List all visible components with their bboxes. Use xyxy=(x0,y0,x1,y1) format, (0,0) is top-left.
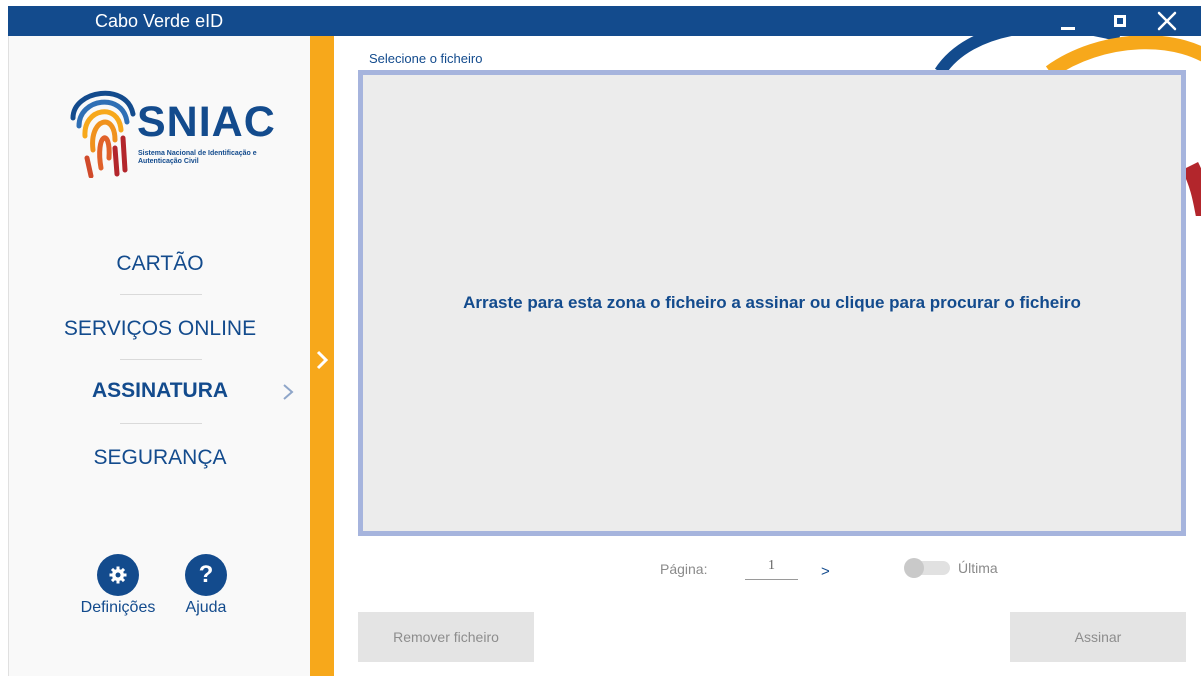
section-label: Selecione o ficheiro xyxy=(369,51,483,66)
sidebar-item-cartao[interactable]: CARTÃO xyxy=(9,252,311,276)
page-label: Página: xyxy=(660,561,708,577)
question-icon: ? xyxy=(198,561,214,588)
sidebar-toggle-strip[interactable] xyxy=(310,36,334,676)
minimize-button[interactable] xyxy=(1048,6,1088,36)
sign-button[interactable]: Assinar xyxy=(1010,612,1186,662)
sniac-logo: SNIAC Sistema Nacional de Identificação … xyxy=(67,78,275,178)
fingerprint-icon xyxy=(70,90,136,178)
nav-divider xyxy=(120,359,202,360)
close-button[interactable] xyxy=(1147,6,1187,36)
help-button[interactable]: ? xyxy=(185,554,227,596)
nav-divider xyxy=(120,294,202,295)
window-left-edge xyxy=(0,0,8,676)
maximize-icon xyxy=(1114,15,1126,27)
logo-name: SNIAC xyxy=(137,98,276,146)
title-bar: Cabo Verde eID xyxy=(8,6,1201,36)
settings-button[interactable] xyxy=(97,554,139,596)
sidebar-item-servicos-online[interactable]: SERVIÇOS ONLINE xyxy=(9,317,311,341)
help-label[interactable]: Ajuda xyxy=(169,599,243,617)
window-title: Cabo Verde eID xyxy=(95,11,224,31)
sidebar: SNIAC Sistema Nacional de Identificação … xyxy=(8,36,310,676)
close-icon xyxy=(1157,11,1177,31)
chevron-right-icon xyxy=(283,384,294,400)
file-drop-zone[interactable]: Arraste para esta zona o ficheiro a assi… xyxy=(358,70,1186,536)
minimize-icon xyxy=(1061,26,1075,30)
sidebar-item-assinatura[interactable]: ASSINATURA xyxy=(9,379,311,403)
maximize-button[interactable] xyxy=(1100,6,1140,36)
next-page-button[interactable]: > xyxy=(821,563,830,580)
nav-divider xyxy=(120,423,202,424)
gear-icon xyxy=(109,566,127,584)
last-page-label: Última xyxy=(958,560,998,576)
sidebar-item-seguranca[interactable]: SEGURANÇA xyxy=(9,446,311,470)
page-number-input[interactable] xyxy=(745,552,798,580)
settings-label[interactable]: Definições xyxy=(71,599,165,617)
toggle-knob xyxy=(904,558,924,578)
chevron-right-icon xyxy=(316,350,329,370)
last-page-toggle[interactable] xyxy=(904,558,950,578)
drop-zone-message: Arraste para esta zona o ficheiro a assi… xyxy=(463,293,1081,312)
remove-file-button[interactable]: Remover ficheiro xyxy=(358,612,534,662)
logo-tagline: Sistema Nacional de Identificação e Aute… xyxy=(138,150,257,165)
